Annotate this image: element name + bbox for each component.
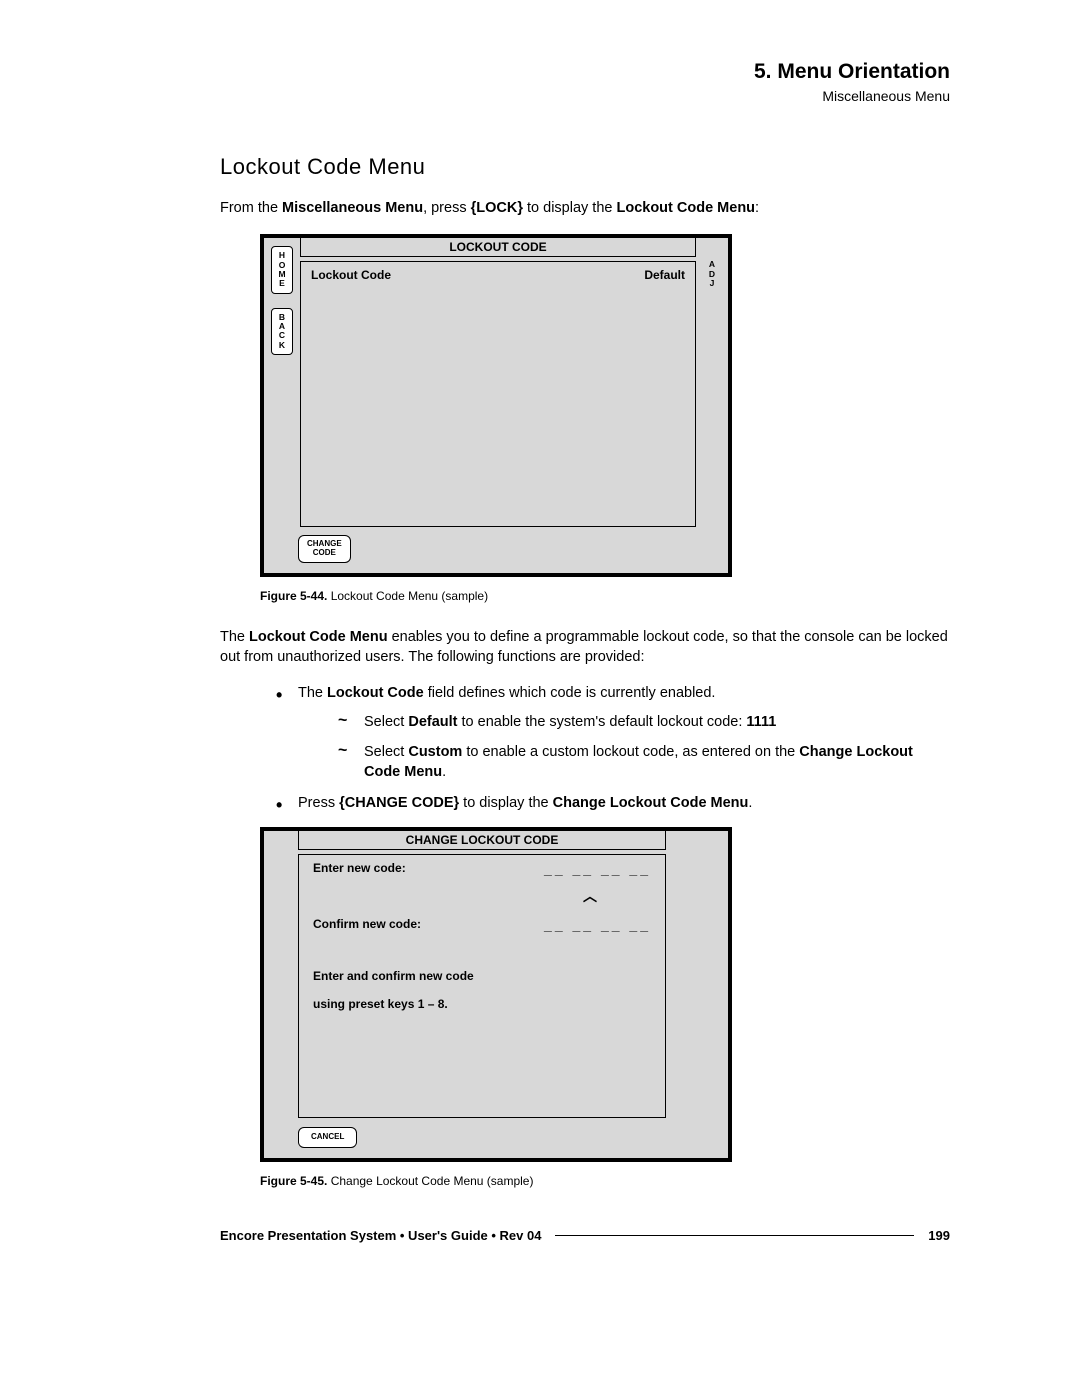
subbullet-item: Select Custom to enable a custom lockout…: [338, 742, 950, 783]
intro-paragraph: From the Miscellaneous Menu, press {LOCK…: [220, 198, 950, 218]
caret-icon: ︿: [313, 889, 651, 903]
confirm-code-field: __ __ __ __: [544, 917, 651, 933]
footer-rule: [555, 1235, 914, 1236]
bullet-item: Press {CHANGE CODE} to display the Chang…: [276, 793, 950, 813]
breadcrumb: Miscellaneous Menu: [220, 88, 950, 104]
back-button[interactable]: B A C K: [271, 308, 293, 355]
cancel-button[interactable]: CANCEL: [298, 1127, 357, 1148]
field-label: Lockout Code: [311, 268, 391, 282]
instruction-line: Enter and confirm new code: [313, 969, 651, 983]
figure-change-lockout-code-menu: CHANGE LOCKOUT CODE Enter new code: __ _…: [260, 827, 732, 1162]
screen-area: Lockout Code Default: [300, 261, 696, 527]
bullet-list: The Lockout Code field defines which cod…: [220, 683, 950, 812]
figure-lockout-code-menu: H O M E B A C K LOCKOUT CODE Lockout Cod…: [260, 234, 732, 577]
description-paragraph: The Lockout Code Menu enables you to def…: [220, 627, 950, 668]
enter-code-label: Enter new code:: [313, 861, 406, 877]
subbullet-item: Select Default to enable the system's de…: [338, 712, 950, 732]
instruction-line: using preset keys 1 – 8.: [313, 997, 651, 1011]
adj-label: A D J: [709, 260, 715, 288]
section-heading: Lockout Code Menu: [220, 154, 950, 180]
confirm-code-label: Confirm new code:: [313, 917, 421, 933]
figure-caption-2: Figure 5-45. Change Lockout Code Menu (s…: [260, 1174, 950, 1188]
screen-title: LOCKOUT CODE: [300, 238, 696, 257]
page-number: 199: [928, 1228, 950, 1243]
figure-caption-1: Figure 5-44. Lockout Code Menu (sample): [260, 589, 950, 603]
chapter-title: 5. Menu Orientation: [220, 60, 950, 84]
page: 5. Menu Orientation Miscellaneous Menu L…: [0, 0, 1080, 1283]
screen-title: CHANGE LOCKOUT CODE: [298, 831, 666, 850]
field-value: Default: [644, 268, 685, 282]
change-code-button[interactable]: CHANGE CODE: [298, 535, 351, 563]
bullet-item: The Lockout Code field defines which cod…: [276, 683, 950, 782]
page-footer: Encore Presentation System • User's Guid…: [220, 1228, 950, 1243]
footer-title: Encore Presentation System • User's Guid…: [220, 1228, 541, 1243]
home-button[interactable]: H O M E: [271, 246, 293, 293]
enter-code-field: __ __ __ __: [544, 861, 651, 877]
screen-area: Enter new code: __ __ __ __ ︿ Confirm ne…: [298, 854, 666, 1118]
